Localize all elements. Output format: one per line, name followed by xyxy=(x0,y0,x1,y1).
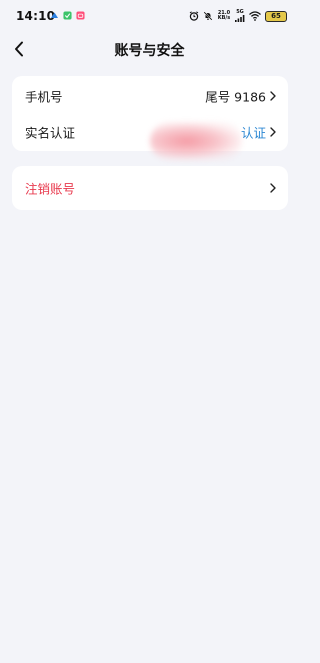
mute-icon xyxy=(203,11,213,21)
app-notification-icon-1 xyxy=(51,12,58,18)
phone-number-label: 手机号 xyxy=(25,89,63,105)
battery-level: 65 xyxy=(271,11,281,20)
net-speed: 21.0 KB/s xyxy=(217,11,231,21)
phone-number-value: 尾号 9186 xyxy=(205,89,266,105)
signal-group: 5G xyxy=(235,10,245,22)
notification-icons xyxy=(50,11,85,20)
net-speed-unit: KB/s xyxy=(217,15,231,21)
real-name-verification-row[interactable]: 实名认证 认证 xyxy=(12,114,288,150)
wifi-icon xyxy=(249,11,261,21)
chevron-right-icon xyxy=(270,91,276,101)
real-name-verification-label: 实名认证 xyxy=(25,125,76,141)
deactivate-account-label: 注销账号 xyxy=(25,181,76,197)
chevron-right-icon xyxy=(270,183,276,193)
page-title: 账号与安全 xyxy=(114,43,185,59)
status-bar: 14:10 21.0 KB/s 5G 65 xyxy=(0,0,299,32)
status-right-icons: 21.0 KB/s 5G 65 xyxy=(189,9,287,23)
alarm-icon xyxy=(189,11,199,21)
deactivate-account-row[interactable]: 注销账号 xyxy=(12,170,288,206)
battery-icon: 65 xyxy=(265,10,287,22)
app-notification-icon-2 xyxy=(63,11,72,20)
signal-icon xyxy=(235,15,245,22)
verification-status: 认证 xyxy=(240,125,266,141)
phone-number-row[interactable]: 手机号 尾号 9186 xyxy=(12,78,288,114)
header: 账号与安全 xyxy=(0,32,299,66)
chevron-right-icon xyxy=(270,127,276,137)
deactivate-account-card: 注销账号 xyxy=(12,166,288,210)
account-info-card: 手机号 尾号 9186 实名认证 认证 xyxy=(12,76,288,151)
app-notification-icon-3 xyxy=(76,11,85,20)
